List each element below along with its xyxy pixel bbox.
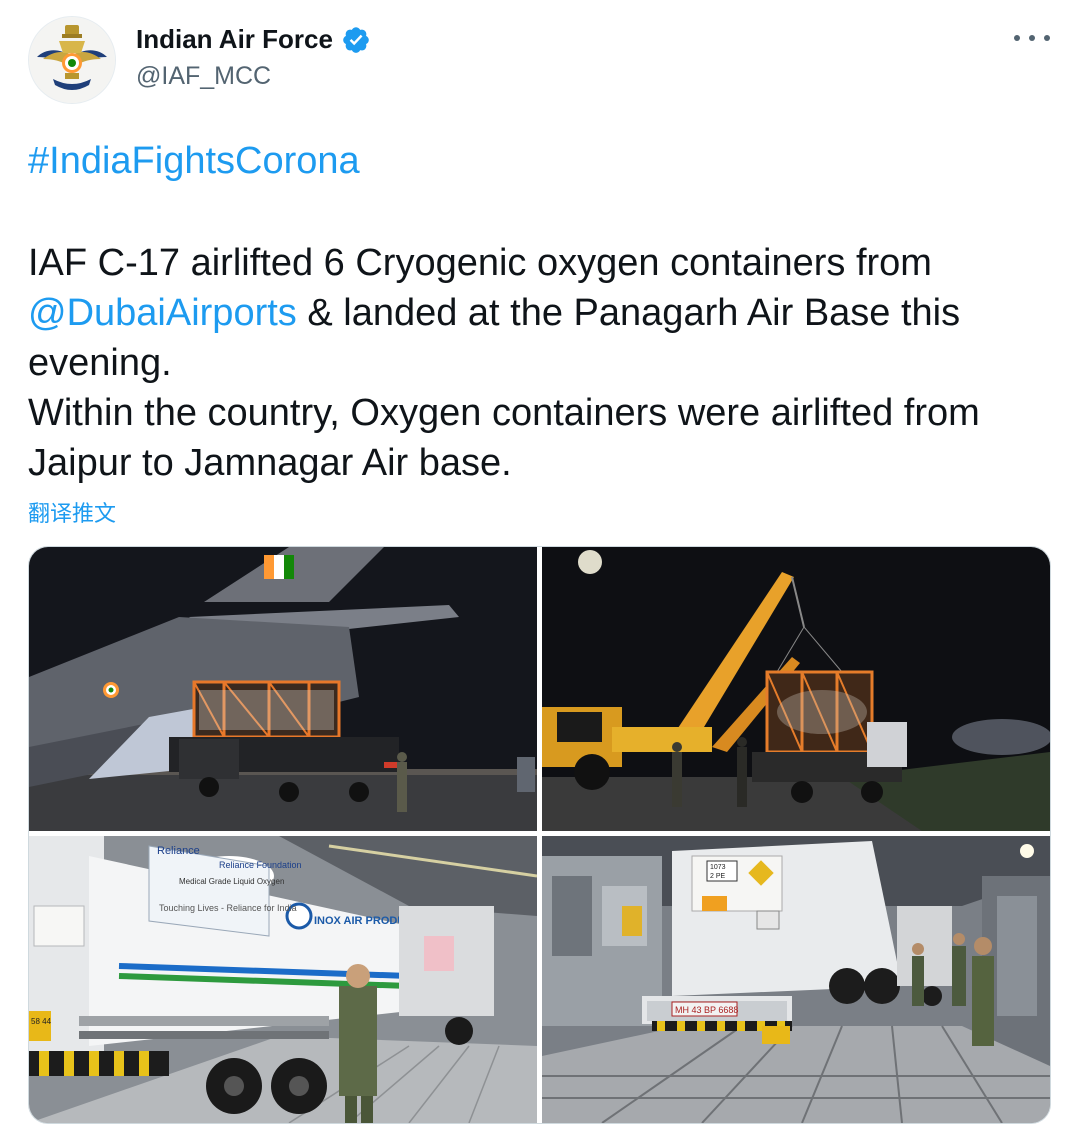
tank-slogan-text: Touching Lives - Reliance for India [159, 903, 297, 913]
iaf-emblem-icon [29, 17, 115, 103]
author-display-name[interactable]: Indian Air Force [136, 24, 333, 55]
hashtag-link[interactable]: #IndiaFightsCorona [28, 140, 360, 183]
photo-tanker-in-cargo-hold[interactable]: 1073 2 PE MH 43 BP 6688 [542, 836, 1050, 1123]
hazard-class-text: 2 PE [710, 873, 726, 880]
verified-badge-icon [341, 25, 371, 55]
photo-crane-lifting[interactable] [542, 547, 1050, 831]
more-dot [1029, 35, 1035, 41]
tweet-text-part1: IAF C-17 airlifted 6 Cryogenic oxygen co… [28, 242, 932, 284]
rear-plate-text: MH 43 BP 6688 [675, 1005, 738, 1015]
translate-tweet-link[interactable]: 翻译推文 [28, 496, 116, 528]
tank-foundation-text: Reliance Foundation [219, 860, 302, 870]
more-dot [1044, 35, 1050, 41]
more-options-icon[interactable] [1014, 26, 1050, 50]
media-grid: Reliance Reliance Foundation Medical Gra… [28, 546, 1051, 1124]
author-handle[interactable]: @IAF_MCC [136, 62, 271, 91]
photo-c17-unloading[interactable] [29, 547, 537, 831]
tweet-text-part3: Within the country, Oxygen containers we… [28, 392, 980, 484]
tank-brand-text: Reliance [157, 845, 200, 857]
tank-cargo-text: Medical Grade Liquid Oxygen [179, 877, 284, 886]
author-avatar[interactable] [28, 16, 116, 104]
mention-link[interactable]: @DubaiAirports [28, 292, 297, 334]
tank-plate-text: 58 44 [31, 1017, 52, 1026]
photo-reliance-tanker[interactable]: Reliance Reliance Foundation Medical Gra… [29, 836, 537, 1123]
more-dot [1014, 35, 1020, 41]
tweet-text: IAF C-17 airlifted 6 Cryogenic oxygen co… [28, 238, 1058, 488]
hazard-code-text: 1073 [710, 864, 726, 871]
